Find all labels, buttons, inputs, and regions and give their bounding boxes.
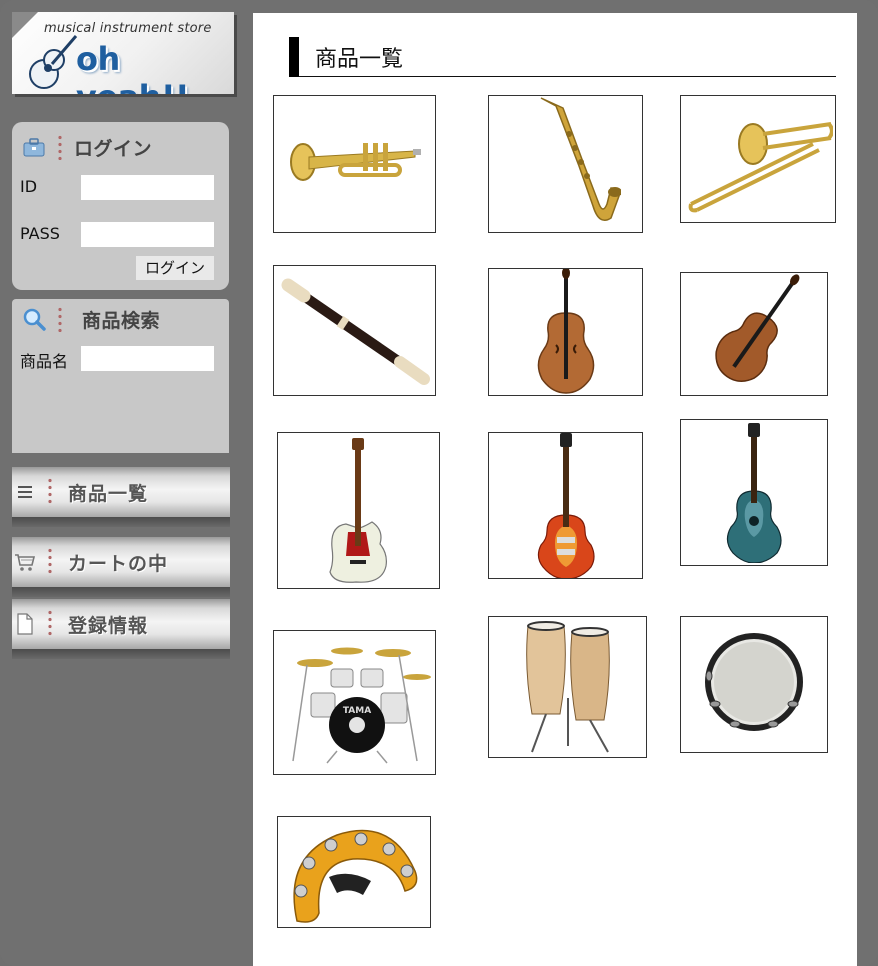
nav-registration-label: 登録情報 (68, 614, 149, 637)
product-violin[interactable] (680, 272, 828, 396)
app-frame: musical instrument store oh yeah!! ログイン … (0, 0, 878, 966)
page-title: 商品一覧 (315, 46, 404, 72)
nav-cart-button[interactable]: カートの中 (12, 537, 230, 597)
product-name-label: 商品名 (20, 352, 69, 371)
violin-icon (715, 274, 800, 382)
product-acoustic-guitar[interactable] (680, 419, 828, 566)
login-panel: ログイン ID PASS ログイン (12, 122, 229, 290)
conga-icon (525, 621, 610, 753)
recorder-icon (281, 278, 430, 385)
logo-brand-name: oh yeah!! (76, 40, 190, 94)
search-title: 商品検索 (82, 309, 161, 332)
electric-bass-icon (328, 437, 387, 583)
header-accent-bar (289, 36, 299, 77)
product-electric-guitar[interactable] (488, 432, 643, 579)
product-trombone[interactable] (680, 95, 836, 223)
cart-icon (14, 551, 36, 573)
trombone-icon (688, 122, 833, 213)
separator-dots (58, 306, 62, 332)
product-contrabass[interactable] (488, 268, 643, 396)
product-conga[interactable] (488, 616, 647, 758)
tambourine-icon (705, 632, 803, 731)
product-name-search-input[interactable] (81, 346, 214, 371)
guitar-logo-icon (29, 35, 78, 89)
password-input[interactable] (81, 222, 214, 247)
trumpet-icon (289, 143, 421, 181)
list-icon (14, 481, 36, 503)
electric-guitar-icon (537, 433, 595, 578)
search-panel-header: 商品検索 (22, 306, 160, 332)
page-header: 商品一覧 (289, 36, 836, 77)
separator-dots (48, 547, 52, 577)
id-label: ID (20, 177, 38, 196)
separator-dots (48, 609, 52, 639)
product-electric-bass[interactable] (277, 432, 440, 589)
login-button[interactable]: ログイン (136, 256, 214, 280)
store-logo[interactable]: musical instrument store oh yeah!! (12, 12, 234, 94)
nav-product-list-button[interactable]: 商品一覧 (12, 467, 230, 527)
nav-registration-button[interactable]: 登録情報 (12, 599, 230, 659)
nav-cart-label: カートの中 (68, 552, 169, 575)
product-saxophone[interactable] (488, 95, 643, 233)
toolbox-icon (22, 135, 46, 159)
id-input[interactable] (81, 175, 214, 200)
acoustic-guitar-icon (726, 422, 782, 563)
product-tambourine[interactable] (680, 616, 828, 753)
contrabass-icon (537, 269, 594, 394)
logo-tagline: musical instrument store (44, 21, 212, 36)
hand-tambourine-icon (293, 829, 418, 923)
login-title: ログイン (74, 137, 153, 160)
separator-dots (48, 477, 52, 507)
drum-brand-text: TAMA (342, 706, 370, 716)
login-panel-header: ログイン (22, 134, 152, 160)
separator-dots (58, 134, 62, 160)
search-icon (22, 307, 46, 331)
nav-product-list-label: 商品一覧 (68, 482, 149, 505)
search-panel: 商品検索 商品名 (12, 299, 229, 453)
document-icon (14, 613, 36, 635)
product-hand-tambourine[interactable] (277, 816, 431, 928)
product-drum-kit[interactable]: TAMA (273, 630, 436, 775)
pass-label: PASS (20, 224, 60, 243)
product-trumpet[interactable] (273, 95, 436, 233)
product-recorder[interactable] (273, 265, 436, 396)
drum-kit-icon: TAMA (291, 647, 431, 763)
saxophone-icon (540, 97, 621, 221)
main-content: 商品一覧 TAMA (253, 13, 857, 966)
